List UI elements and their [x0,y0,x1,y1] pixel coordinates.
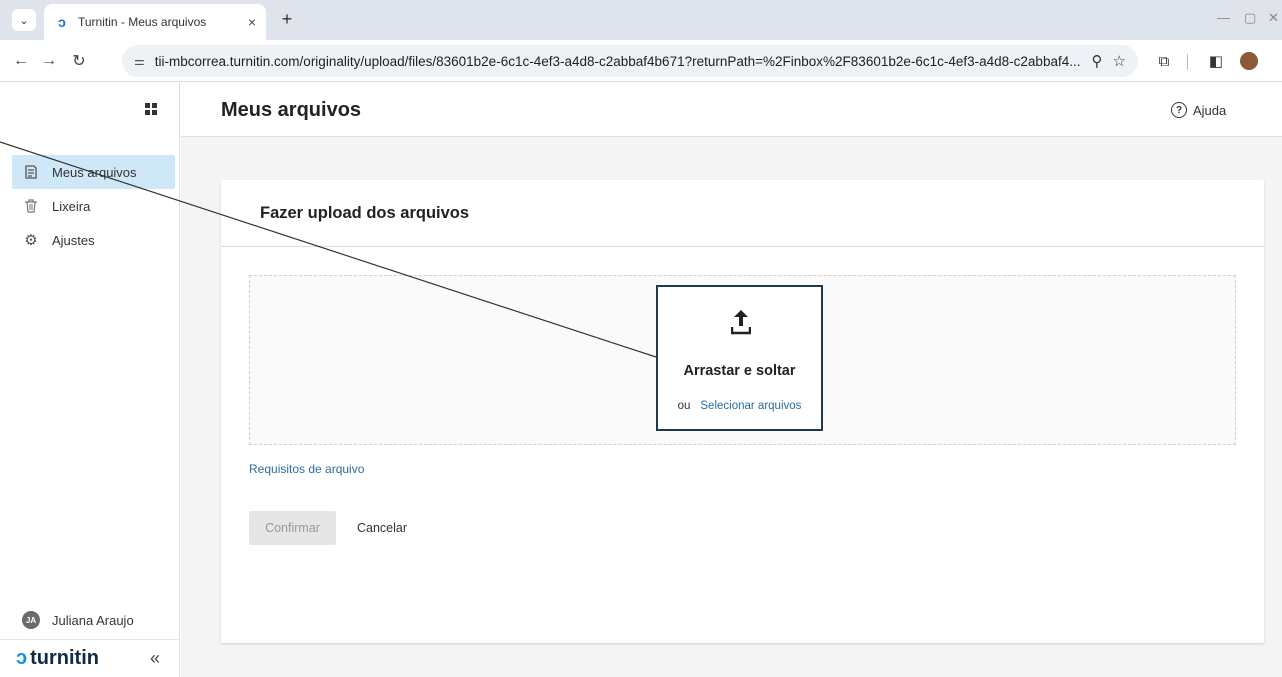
upload-card-title: Fazer upload dos arquivos [260,204,470,222]
drop-zone[interactable]: Arrastar e soltar ou Selecionar arquivos [249,275,1236,445]
browser-tab[interactable]: ↄ Turnitin - Meus arquivos × [44,4,266,40]
close-window-icon[interactable]: ✕ [1268,10,1279,26]
sidebar: Meus arquivos Lixeira ⚙ Ajustes JA Julia… [0,83,180,677]
cancel-button[interactable]: Cancelar [349,511,415,545]
bookmark-star-icon[interactable]: ☆ [1113,52,1126,70]
drag-drop-text: Arrastar e soltar [683,363,796,379]
upload-icon [731,310,751,335]
app-grid-icon[interactable] [145,103,157,115]
address-bar[interactable]: ⚌ tii-mbcorrea.turnitin.com/originality/… [122,45,1138,77]
avatar: JA [22,611,40,629]
turnitin-favicon-icon: ↄ [58,14,66,30]
or-text: ou [677,400,691,412]
tab-close-icon[interactable]: × [248,14,256,30]
main-content: Meus arquivos ? Ajuda Fazer upload dos a… [181,83,1282,677]
gear-icon: ⚙ [24,232,38,249]
drag-drop-box[interactable]: Arrastar e soltar ou Selecionar arquivos [656,285,823,431]
sidebar-item-label: Lixeira [52,198,91,214]
sidebar-item-ajustes[interactable]: ⚙ Ajustes [12,223,175,257]
user-name: Juliana Araujo [52,612,134,628]
help-label: Ajuda [1193,102,1227,118]
browser-toolbar: ← → ↻ ⚌ tii-mbcorrea.turnitin.com/origin… [0,40,1282,82]
sidebar-item-label: Meus arquivos [52,164,137,180]
zoom-icon[interactable]: ⚲ [1092,52,1103,70]
toolbar-separator [1187,54,1188,70]
brand-name: turnitin [30,647,99,669]
minimize-icon[interactable]: — [1217,10,1230,25]
user-profile[interactable]: JA Juliana Araujo [22,611,134,629]
back-arrow-icon[interactable]: ← [10,50,32,72]
select-files-row: ou Selecionar arquivos [658,400,821,412]
restore-icon[interactable]: ▢ [1244,10,1256,26]
forward-arrow-icon[interactable]: → [38,50,60,72]
turnitin-mark-icon: ↄ [16,647,28,669]
side-panel-icon[interactable]: ◧ [1206,51,1226,71]
sidebar-item-label: Ajustes [52,232,95,248]
url-text[interactable]: tii-mbcorrea.turnitin.com/originality/up… [155,54,1082,69]
upload-card: Fazer upload dos arquivos Arrastar e sol… [221,180,1264,643]
turnitin-logo: ↄ turnitin [16,647,99,670]
extensions-icon[interactable]: ⧉ [1154,51,1174,71]
site-settings-icon[interactable]: ⚌ [134,54,145,68]
collapse-sidebar-icon[interactable]: « [150,648,160,669]
tab-search-button[interactable]: ⌄ [12,9,36,31]
page-title: Meus arquivos [221,99,362,121]
file-requirements-link[interactable]: Requisitos de arquivo [249,462,364,476]
select-files-link[interactable]: Selecionar arquivos [700,400,801,412]
card-divider [221,246,1264,247]
chevron-down-icon: ⌄ [19,14,29,27]
browser-tab-bar: ⌄ ↄ Turnitin - Meus arquivos × + — ▢ ✕ [0,0,1282,40]
sidebar-item-meus-arquivos[interactable]: Meus arquivos [12,155,175,189]
help-icon: ? [1171,102,1187,118]
reload-icon[interactable]: ↻ [68,50,90,72]
confirm-button[interactable]: Confirmar [249,511,336,545]
files-icon [22,163,40,181]
help-button[interactable]: ? Ajuda [1171,102,1226,118]
brand-row: ↄ turnitin « [0,639,180,677]
sidebar-item-lixeira[interactable]: Lixeira [12,189,175,223]
new-tab-button[interactable]: + [276,8,298,30]
trash-icon [22,197,40,215]
profile-avatar[interactable] [1240,52,1258,70]
page-header: Meus arquivos ? Ajuda [181,83,1282,137]
tab-title: Turnitin - Meus arquivos [78,15,207,29]
